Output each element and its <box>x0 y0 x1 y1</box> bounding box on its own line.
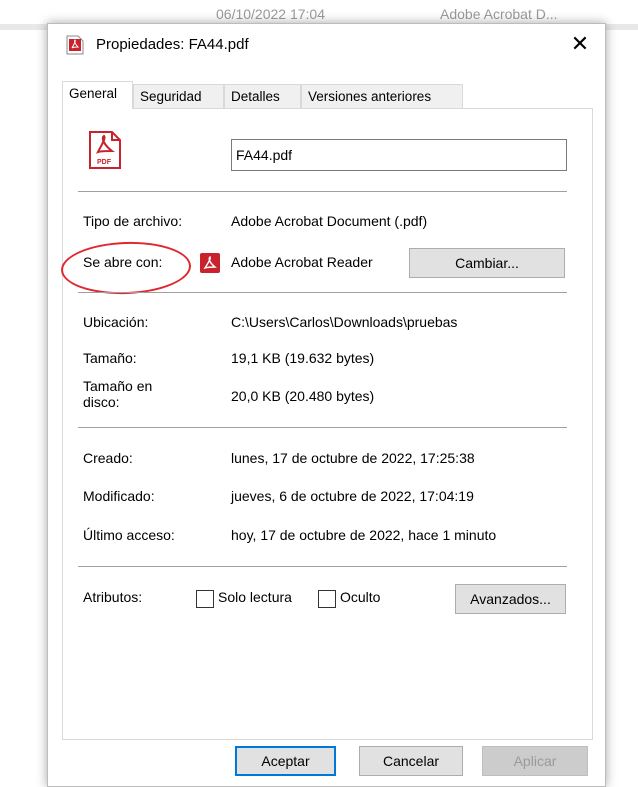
dialog-title: Propiedades: FA44.pdf <box>96 36 249 53</box>
creado-value: lunes, 17 de octubre de 2022, 17:25:38 <box>231 450 475 466</box>
creado-label: Creado: <box>83 450 133 466</box>
acceso-label: Último acceso: <box>83 527 175 543</box>
oculto-label[interactable]: Oculto <box>340 589 380 605</box>
solo-lectura-checkbox[interactable] <box>196 590 214 608</box>
pdf-document-icon: PDF <box>88 130 122 170</box>
general-tab-panel <box>62 108 593 740</box>
cambiar-button[interactable]: Cambiar... <box>409 248 565 278</box>
tamano-disco-label-line-1: Tamaño en <box>83 378 153 394</box>
solo-lectura-label[interactable]: Solo lectura <box>218 589 292 605</box>
acrobat-reader-icon <box>200 253 220 273</box>
close-icon: ✕ <box>570 31 590 56</box>
tamano-disco-label-line-2: disco: <box>83 394 120 410</box>
separator-3 <box>78 427 567 428</box>
properties-dialog: Propiedades: FA44.pdf ✕ General Segurida… <box>47 23 606 787</box>
acceso-value: hoy, 17 de octubre de 2022, hace 1 minut… <box>231 527 497 543</box>
modificado-label: Modificado: <box>83 488 155 504</box>
tab-versiones-anteriores[interactable]: Versiones anteriores <box>301 84 463 108</box>
oculto-checkbox[interactable] <box>318 590 336 608</box>
cancelar-button[interactable]: Cancelar <box>359 746 463 776</box>
avanzados-button[interactable]: Avanzados... <box>455 584 566 614</box>
tipo-label: Tipo de archivo: <box>83 213 183 229</box>
separator-2 <box>78 292 567 293</box>
tab-general[interactable]: General <box>62 81 133 109</box>
tamano-disco-label: Tamaño en disco: <box>83 378 152 410</box>
tamano-disco-value: 20,0 KB (20.480 bytes) <box>231 388 375 404</box>
tab-seguridad[interactable]: Seguridad <box>133 84 224 108</box>
aceptar-button[interactable]: Aceptar <box>235 746 336 776</box>
abre-value: Adobe Acrobat Reader <box>231 254 373 270</box>
background-app-name: Adobe Acrobat D... <box>440 6 558 22</box>
ubicacion-label: Ubicación: <box>83 314 149 330</box>
separator-1 <box>78 191 567 192</box>
pdf-file-icon <box>66 35 84 55</box>
tamano-value: 19,1 KB (19.632 bytes) <box>231 350 375 366</box>
aplicar-button[interactable]: Aplicar <box>482 746 588 776</box>
ubicacion-value: C:\Users\Carlos\Downloads\pruebas <box>231 314 458 330</box>
filename-input[interactable]: FA44.pdf <box>231 139 567 171</box>
close-button[interactable]: ✕ <box>562 28 598 60</box>
tab-detalles[interactable]: Detalles <box>224 84 301 108</box>
abre-label: Se abre con: <box>83 254 163 270</box>
atributos-label: Atributos: <box>83 589 143 605</box>
tamano-label: Tamaño: <box>83 350 137 366</box>
background-date: 06/10/2022 17:04 <box>216 6 325 22</box>
separator-4 <box>78 566 567 567</box>
tipo-value: Adobe Acrobat Document (.pdf) <box>231 213 428 229</box>
modificado-value: jueves, 6 de octubre de 2022, 17:04:19 <box>231 488 474 504</box>
pdf-icon-text: PDF <box>97 159 112 166</box>
